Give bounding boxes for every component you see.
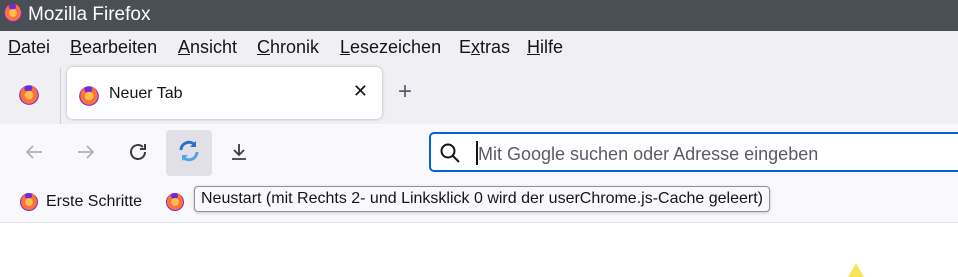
menu-datei[interactable]: Datei (8, 37, 50, 57)
restart-icon (176, 138, 202, 169)
reload-icon (126, 140, 150, 169)
tab-label: Neuer Tab (109, 85, 183, 102)
menu-chronik[interactable]: Chronik (257, 37, 319, 57)
firefox-icon (164, 190, 186, 217)
page-content (0, 223, 958, 277)
title-bar: Mozilla Firefox (0, 0, 958, 31)
downloads-button[interactable] (219, 134, 259, 174)
bookmark-erste-schritte[interactable]: Erste Schritte (18, 190, 158, 214)
tab-divider (60, 68, 61, 124)
forward-button[interactable] (66, 134, 106, 174)
pinned-tab[interactable] (12, 77, 46, 111)
window-title: Mozilla Firefox (28, 4, 151, 25)
bookmark-label: Erste Schritte (46, 193, 143, 210)
menu-lesezeichen[interactable]: Lesezeichen (340, 37, 441, 57)
menu-bearbeiten[interactable]: Bearbeiten (70, 37, 157, 57)
firefox-logo-icon (2, 1, 24, 28)
menu-ansicht[interactable]: Ansicht (178, 37, 237, 57)
menu-bar: Datei Bearbeiten Ansicht Chronik Lesezei… (0, 31, 958, 63)
forward-arrow-icon (74, 140, 98, 169)
tab-strip: Neuer Tab ✕ + (0, 63, 958, 124)
close-tab-icon[interactable]: ✕ (353, 81, 368, 101)
url-placeholder: Mit Google suchen oder Adresse eingeben (478, 144, 819, 164)
firefox-icon (17, 82, 41, 111)
tab-neuer-tab[interactable]: Neuer Tab ✕ (67, 67, 382, 119)
firefox-icon (18, 190, 40, 217)
navigation-toolbar: Mit Google suchen oder Adresse eingeben (0, 124, 958, 182)
bookmark-item[interactable] (164, 190, 190, 214)
restart-button[interactable] (166, 130, 212, 176)
search-icon (439, 142, 461, 169)
back-arrow-icon (22, 140, 46, 169)
url-bar[interactable]: Mit Google suchen oder Adresse eingeben (429, 132, 958, 172)
back-button[interactable] (14, 134, 54, 174)
tooltip: Neustart (mit Rechts 2- und Linksklick 0… (194, 186, 770, 212)
menu-extras[interactable]: Extras (459, 37, 510, 57)
menu-hilfe[interactable]: Hilfe (527, 37, 563, 57)
reload-button[interactable] (118, 134, 158, 174)
new-tab-button[interactable]: + (398, 79, 412, 105)
download-icon (227, 140, 251, 169)
firefox-icon (77, 83, 101, 112)
